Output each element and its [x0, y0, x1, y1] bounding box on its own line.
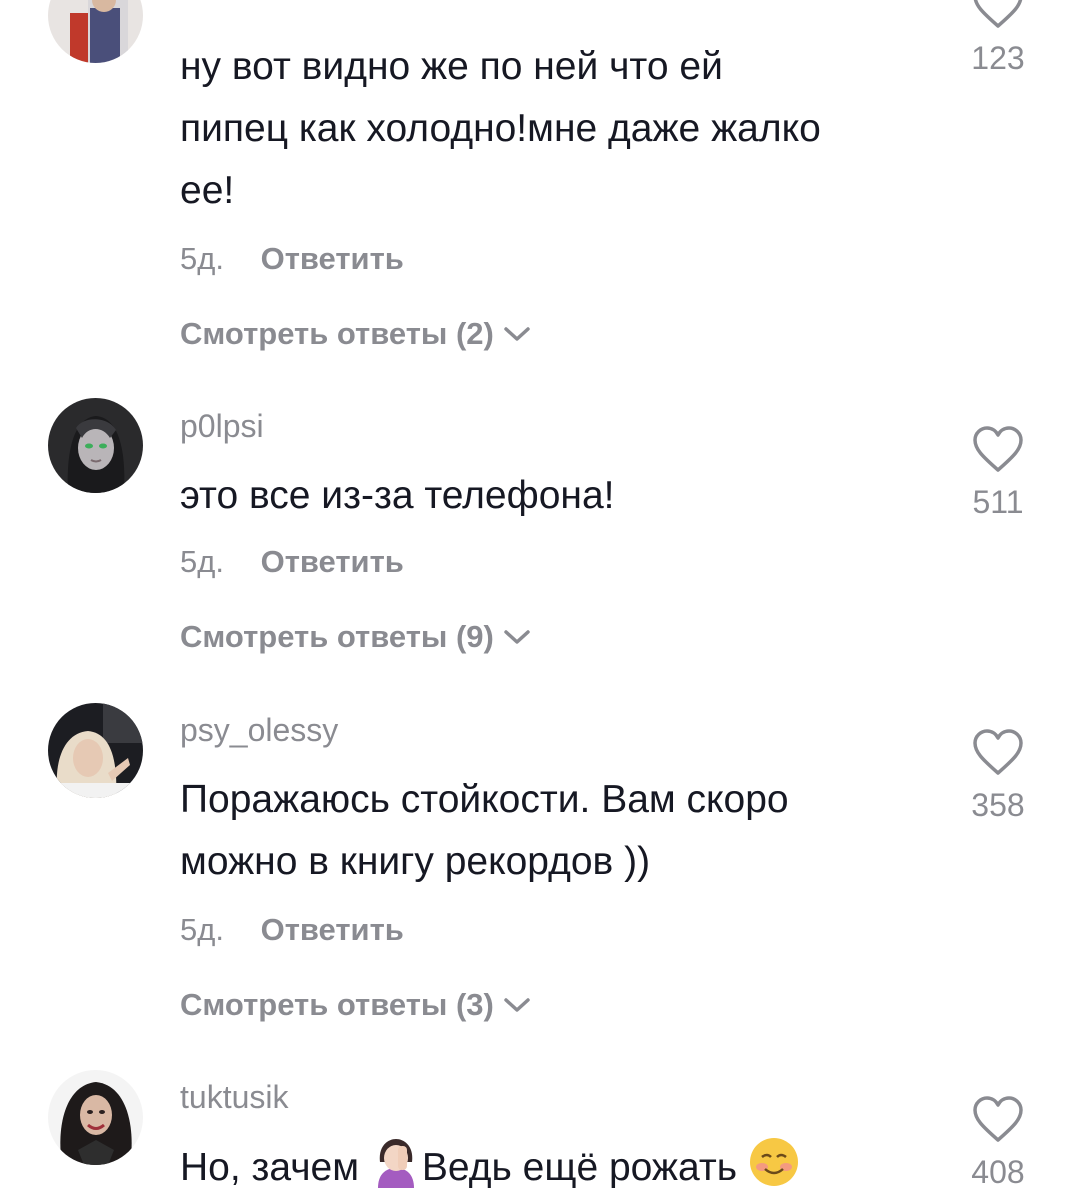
chevron-down-icon	[504, 998, 530, 1012]
view-replies-label: Смотреть ответы (9)	[180, 619, 494, 654]
comment-line: это все из-за телефона!	[180, 474, 615, 517]
illustrated-girl-avatar-icon	[48, 398, 143, 493]
like-button[interactable]: 123	[950, 0, 1046, 78]
view-replies-label: Смотреть ответы (3)	[180, 987, 494, 1022]
avatar[interactable]	[48, 703, 143, 798]
timestamp: 5д.	[180, 241, 224, 276]
comment-text-part: Ведь ещё рожать	[421, 1146, 748, 1189]
comment-line: ну вот видно же по ней что ей	[180, 45, 723, 88]
view-replies-button[interactable]: Смотреть ответы (9)	[180, 617, 532, 657]
comment-text: это все из-за телефона!	[180, 465, 940, 527]
user-photo-avatar-icon	[48, 0, 143, 63]
avatar[interactable]	[48, 1070, 143, 1165]
chevron-down-icon	[504, 327, 530, 341]
facepalm-woman-emoji-icon	[377, 1139, 414, 1188]
blonde-woman-avatar-icon	[48, 703, 143, 798]
comment-line: Поражаюсь стойкости. Вам скоро	[180, 778, 789, 821]
heart-icon[interactable]	[972, 0, 1024, 30]
comment-text: ну вот видно же по ней что ей пипец как …	[180, 36, 940, 222]
comment-line: пипец как холодно!мне даже жалко	[180, 107, 821, 150]
avatar[interactable]	[48, 398, 143, 493]
view-replies-button[interactable]: Смотреть ответы (3)	[180, 985, 532, 1025]
comment-text-part: Но, зачем	[180, 1146, 370, 1189]
heart-icon[interactable]	[972, 1096, 1024, 1144]
smiling-blush-emoji-icon	[749, 1138, 798, 1186]
timestamp: 5д.	[180, 544, 224, 579]
comment-text: Но, зачем Ведь ещё рожать	[180, 1136, 940, 1199]
comment-meta: 5д. Ответить	[180, 910, 404, 950]
comments-list: 123 ну вот видно же по ней что ей пипец …	[0, 0, 1070, 1200]
comment-line: ее!	[180, 169, 235, 212]
like-button[interactable]: 408	[950, 1096, 1046, 1192]
avatar[interactable]	[48, 0, 143, 63]
view-replies-button[interactable]: Смотреть ответы (2)	[180, 314, 532, 354]
like-count: 123	[971, 40, 1025, 76]
like-count: 358	[971, 787, 1025, 823]
chevron-down-icon	[504, 630, 530, 644]
like-count: 408	[971, 1154, 1025, 1190]
view-replies-label: Смотреть ответы (2)	[180, 316, 494, 351]
reply-button[interactable]: Ответить	[261, 912, 404, 947]
username[interactable]: p0lpsi	[180, 406, 264, 446]
reply-button[interactable]: Ответить	[261, 241, 404, 276]
username[interactable]: tuktusik	[180, 1077, 288, 1117]
like-button[interactable]: 511	[950, 426, 1046, 522]
heart-icon[interactable]	[972, 426, 1024, 474]
comment-text: Поражаюсь стойкости. Вам скоро можно в к…	[180, 769, 940, 893]
comment-meta: 5д. Ответить	[180, 239, 404, 279]
like-button[interactable]: 358	[950, 729, 1046, 825]
username[interactable]: psy_olessy	[180, 710, 338, 750]
like-count: 511	[972, 484, 1024, 520]
comment-meta: 5д. Ответить	[180, 542, 404, 582]
timestamp: 5д.	[180, 912, 224, 947]
heart-icon[interactable]	[972, 729, 1024, 777]
dark-haired-woman-avatar-icon	[48, 1070, 143, 1165]
comment-line: можно в книгу рекордов ))	[180, 840, 651, 883]
reply-button[interactable]: Ответить	[261, 544, 404, 579]
